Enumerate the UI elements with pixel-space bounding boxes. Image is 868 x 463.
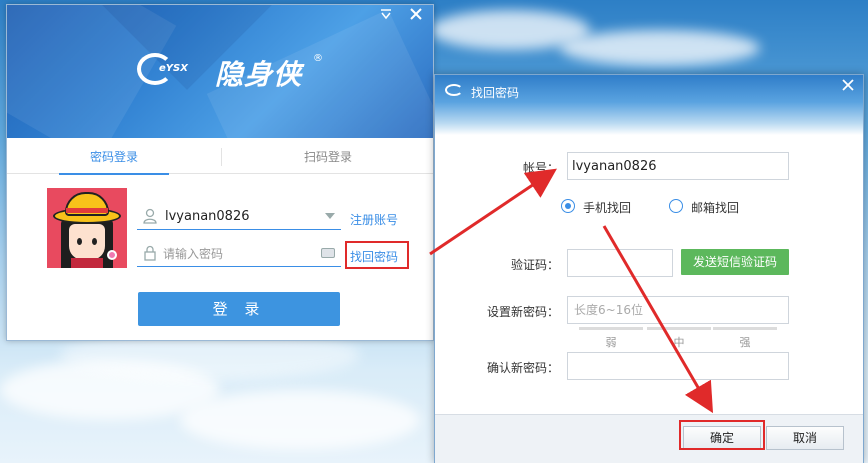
minimize-button[interactable] [377,7,395,25]
password-field[interactable] [137,241,341,267]
logo-mark: eYSX [137,53,188,85]
close-button[interactable] [407,7,425,25]
strength-meter-weak [579,327,643,330]
close-icon [410,8,422,20]
radio-phone[interactable] [561,199,575,213]
tab-qr-login[interactable]: 扫码登录 [221,140,433,174]
find-password-dialog: 找回密码 帐号： lvyanan0826 手机找回 邮箱找回 验证码： 发送短信… [434,74,864,463]
tab-password-login[interactable]: 密码登录 [7,140,221,175]
account-label: 帐号： [522,161,559,175]
background-cloud [180,390,420,450]
find-password-highlight [345,241,409,269]
strength-label-weak: 弱 [605,336,617,349]
radio-phone-label[interactable]: 手机找回 [583,199,631,216]
new-password-input[interactable] [568,297,788,323]
register-link[interactable]: 注册账号 [350,211,398,228]
login-window: eYSX 隐身侠 ® 密码登录 扫码登录 lvyanan0826 注册账号 找回… [6,4,434,341]
new-password-label: 设置新密码： [486,305,559,319]
strength-label-medium: 中 [673,336,685,349]
login-tabs: 密码登录 扫码登录 [7,140,433,175]
logo-registered: ® [313,53,323,64]
username-value: lvyanan0826 [165,209,250,224]
avatar-bow [107,250,117,260]
avatar-eye [77,238,82,245]
cancel-button[interactable]: 取消 [766,426,844,450]
close-icon [842,79,854,91]
login-button[interactable]: 登 录 [138,292,340,326]
avatar-eye [92,238,97,245]
send-sms-button[interactable]: 发送短信验证码 [681,249,789,275]
code-label: 验证码： [510,258,559,272]
avatar-hat-band [66,208,108,213]
background-cloud [560,30,760,66]
strength-label-strong: 强 [739,336,751,349]
username-field[interactable]: lvyanan0826 [137,204,341,230]
ok-button-highlight [679,420,765,450]
logo-name: 隐身侠 [215,58,303,91]
code-input[interactable] [568,250,672,276]
lock-icon [143,245,157,261]
user-icon [143,208,157,224]
dialog-header: 找回密码 [435,75,863,135]
keyboard-icon[interactable] [321,248,335,258]
avatar-body [71,258,103,268]
login-banner: eYSX 隐身侠 ® [7,5,433,138]
strength-meter-strong [713,327,777,330]
radio-email[interactable] [669,199,683,213]
new-password-field[interactable] [567,296,789,324]
account-field[interactable]: lvyanan0826 [567,152,789,180]
confirm-password-label: 确认新密码： [486,361,559,375]
account-value: lvyanan0826 [572,159,657,174]
code-field[interactable] [567,249,673,277]
strength-meter-medium [647,327,711,330]
chevron-down-icon[interactable] [325,213,335,219]
avatar-face [69,224,105,260]
dialog-title: 找回密码 [471,86,520,100]
dialog-close-button[interactable] [839,77,857,95]
app-logo-icon [445,84,463,96]
radio-email-label[interactable]: 邮箱找回 [691,199,739,216]
confirm-password-input[interactable] [568,353,788,379]
avatar[interactable] [47,188,127,268]
down-triangle-icon [381,9,391,20]
logo-mark-text: eYSX [159,63,188,74]
password-input[interactable] [163,244,313,264]
dialog-footer: 确定 取消 [435,414,863,463]
confirm-password-field[interactable] [567,352,789,380]
